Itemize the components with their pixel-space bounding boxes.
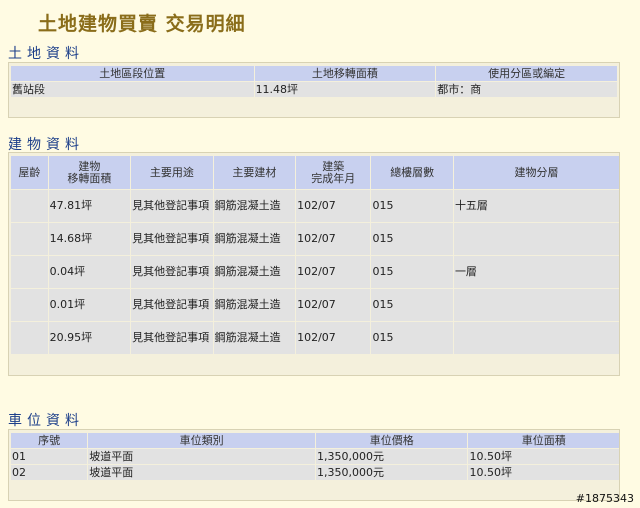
building-cell: 102/07 <box>296 322 371 354</box>
building-cell: 20.95坪 <box>48 322 131 354</box>
building-cell: 102/07 <box>296 190 371 222</box>
building-cell: 十五層 <box>453 190 619 222</box>
building-cell: 鋼筋混凝土造 <box>213 289 296 321</box>
building-cell: 47.81坪 <box>48 190 131 222</box>
building-cell <box>11 190 48 222</box>
land-panel: 土地區段位置 土地移轉面積 使用分區或編定 舊站段 11.48坪 都市：商 <box>8 62 620 118</box>
table-row: 14.68坪 見其他登記事項 鋼筋混凝土造 102/07 015 <box>11 223 619 255</box>
building-section-title: 建物資料 <box>8 137 84 153</box>
building-cell: 102/07 <box>296 223 371 255</box>
building-cell: 102/07 <box>296 289 371 321</box>
table-row: 02 坡道平面 1,350,000元 10.50坪 <box>11 465 619 480</box>
building-cell: 一層 <box>453 256 619 288</box>
building-cell: 見其他登記事項 <box>131 256 213 288</box>
building-cell <box>11 223 48 255</box>
building-cell: 見其他登記事項 <box>131 190 213 222</box>
land-table: 土地區段位置 土地移轉面積 使用分區或編定 舊站段 11.48坪 都市：商 <box>10 65 618 98</box>
table-row: 20.95坪 見其他登記事項 鋼筋混凝土造 102/07 015 <box>11 322 619 354</box>
land-header: 使用分區或編定 <box>436 66 617 81</box>
building-cell: 015 <box>371 322 453 354</box>
building-cell <box>453 223 619 255</box>
building-cell <box>11 322 48 354</box>
building-header: 建築 完成年月 <box>296 156 371 189</box>
parking-cell: 1,350,000元 <box>315 449 468 464</box>
building-cell <box>11 256 48 288</box>
parking-header: 車位類別 <box>88 433 315 448</box>
building-header: 主要用途 <box>131 156 213 189</box>
table-row: 舊站段 11.48坪 都市：商 <box>11 82 617 97</box>
table-row: 47.81坪 見其他登記事項 鋼筋混凝土造 102/07 015 十五層 <box>11 190 619 222</box>
building-cell: 見其他登記事項 <box>131 322 213 354</box>
table-row: 01 坡道平面 1,350,000元 10.50坪 <box>11 449 619 464</box>
parking-cell: 10.50坪 <box>468 465 619 480</box>
building-cell: 015 <box>371 256 453 288</box>
building-table: 屋齡 建物 移轉面積 主要用途 主要建材 建築 完成年月 總樓層數 建物分層 4… <box>10 155 620 355</box>
parking-header: 車位面積 <box>468 433 619 448</box>
building-cell <box>453 322 619 354</box>
building-cell: 14.68坪 <box>48 223 131 255</box>
building-cell: 見其他登記事項 <box>131 289 213 321</box>
parking-table: 序號 車位類別 車位價格 車位面積 01 坡道平面 1,350,000元 10.… <box>10 432 620 481</box>
table-row: 0.01坪 見其他登記事項 鋼筋混凝土造 102/07 015 <box>11 289 619 321</box>
parking-section-title: 車位資料 <box>8 413 84 429</box>
land-cell: 舊站段 <box>11 82 254 97</box>
building-cell: 鋼筋混凝土造 <box>213 256 296 288</box>
building-cell: 鋼筋混凝土造 <box>213 322 296 354</box>
building-cell <box>453 289 619 321</box>
land-cell: 都市：商 <box>436 82 617 97</box>
parking-cell: 10.50坪 <box>468 449 619 464</box>
parking-header: 車位價格 <box>315 433 468 448</box>
building-panel: 屋齡 建物 移轉面積 主要用途 主要建材 建築 完成年月 總樓層數 建物分層 4… <box>8 152 620 376</box>
parking-cell: 02 <box>11 465 88 480</box>
building-cell: 015 <box>371 223 453 255</box>
parking-cell: 坡道平面 <box>88 465 315 480</box>
parking-panel: 序號 車位類別 車位價格 車位面積 01 坡道平面 1,350,000元 10.… <box>8 429 620 501</box>
building-header: 建物分層 <box>453 156 619 189</box>
building-cell: 見其他登記事項 <box>131 223 213 255</box>
building-cell: 102/07 <box>296 256 371 288</box>
building-cell: 0.01坪 <box>48 289 131 321</box>
building-header: 屋齡 <box>11 156 48 189</box>
land-header: 土地區段位置 <box>11 66 254 81</box>
building-cell <box>11 289 48 321</box>
land-header: 土地移轉面積 <box>254 66 436 81</box>
land-cell: 11.48坪 <box>254 82 436 97</box>
table-row: 0.04坪 見其他登記事項 鋼筋混凝土造 102/07 015 一層 <box>11 256 619 288</box>
building-header: 總樓層數 <box>371 156 453 189</box>
building-header: 建物 移轉面積 <box>48 156 131 189</box>
parking-cell: 01 <box>11 449 88 464</box>
page-title: 土地建物買賣 交易明細 <box>38 13 246 35</box>
building-header: 主要建材 <box>213 156 296 189</box>
parking-cell: 坡道平面 <box>88 449 315 464</box>
building-cell: 015 <box>371 190 453 222</box>
building-cell: 鋼筋混凝土造 <box>213 223 296 255</box>
building-cell: 鋼筋混凝土造 <box>213 190 296 222</box>
building-cell: 0.04坪 <box>48 256 131 288</box>
land-section-title: 土地資料 <box>8 46 84 62</box>
parking-header: 序號 <box>11 433 88 448</box>
building-cell: 015 <box>371 289 453 321</box>
parking-cell: 1,350,000元 <box>315 465 468 480</box>
watermark: #1875343 <box>575 492 634 505</box>
